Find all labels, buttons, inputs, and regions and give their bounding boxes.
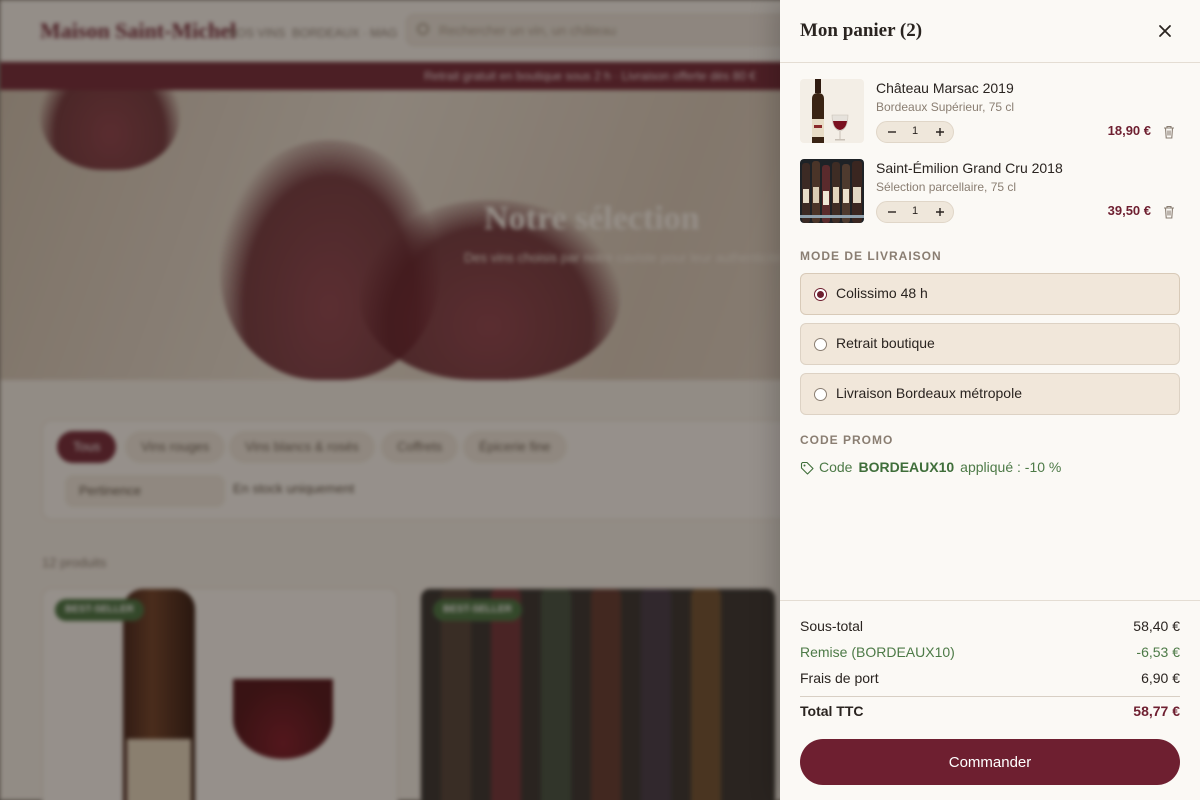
item-subtitle: Bordeaux Supérieur, 75 cl (876, 100, 1015, 114)
cart-item: Château Marsac 2019 Bordeaux Supérieur, … (800, 79, 1180, 143)
minus-icon (888, 211, 896, 213)
radio-button[interactable] (814, 338, 827, 351)
shipping-option-label: Retrait boutique (836, 335, 935, 351)
close-cart-button[interactable] (1150, 16, 1180, 46)
quantity-value: 1 (911, 205, 919, 217)
quantity-stepper: 1 (876, 121, 954, 143)
discount-row: Remise (BORDEAUX10) -6,53 € (800, 644, 1180, 664)
shipping-option-colissimo[interactable]: Colissimo 48 h (800, 273, 1180, 315)
promo-prefix: Code (819, 459, 853, 475)
cart-header: Mon panier (2) (780, 0, 1200, 63)
summary-divider (800, 696, 1180, 697)
radio-button[interactable] (814, 288, 827, 301)
decrease-quantity-button[interactable] (881, 122, 903, 142)
increase-quantity-button[interactable] (929, 202, 951, 222)
total-value: 58,77 € (1133, 703, 1180, 719)
cart-drawer: Mon panier (2) Château Marsac 2019 Borde… (780, 0, 1200, 800)
quantity-stepper: 1 (876, 201, 954, 223)
item-name: Château Marsac 2019 (876, 80, 1014, 96)
remove-item-button[interactable] (1162, 124, 1176, 140)
radio-button[interactable] (814, 388, 827, 401)
remove-item-button[interactable] (1162, 204, 1176, 220)
shipping-cost-value: 6,90 € (1141, 670, 1180, 686)
minus-icon (888, 131, 896, 133)
decrease-quantity-button[interactable] (881, 202, 903, 222)
discount-label: Remise (BORDEAUX10) (800, 644, 955, 660)
subtotal-label: Sous-total (800, 618, 864, 634)
close-icon (1159, 25, 1171, 37)
subtotal-value: 58,40 € (1133, 618, 1180, 634)
shipping-option-label: Livraison Bordeaux métropole (836, 385, 1022, 401)
subtotal-row: Sous-total 58,40 € (800, 618, 1180, 638)
plus-icon (936, 128, 944, 136)
item-name: Saint-Émilion Grand Cru 2018 (876, 160, 1063, 176)
promo-section-title: CODE PROMO (800, 433, 894, 447)
cart-title: Mon panier (2) (800, 20, 923, 41)
item-price: 18,90 € (1107, 123, 1151, 138)
total-label: Total TTC (800, 703, 864, 719)
cart-item: Saint-Émilion Grand Cru 2018 Sélection p… (800, 159, 1180, 223)
shipping-option-bordeaux-metro[interactable]: Livraison Bordeaux métropole (800, 373, 1180, 415)
promo-code: BORDEAUX10 (858, 459, 955, 475)
trash-icon (1164, 205, 1174, 219)
quantity-value: 1 (911, 125, 919, 137)
order-summary: Sous-total 58,40 € Remise (BORDEAUX10) -… (780, 600, 1200, 800)
plus-icon (936, 208, 944, 216)
discount-value: -6,53 € (1136, 644, 1180, 660)
checkout-button[interactable]: Commander (800, 739, 1180, 785)
item-subtitle: Sélection parcellaire, 75 cl (876, 180, 1017, 194)
total-row: Total TTC 58,77 € (800, 703, 1180, 723)
shipping-cost-label: Frais de port (800, 670, 879, 686)
promo-applied-message: Code BORDEAUX10 appliqué : -10 % (800, 458, 1061, 476)
tag-icon (800, 461, 814, 475)
item-price: 39,50 € (1107, 203, 1151, 218)
shipping-cost-row: Frais de port 6,90 € (800, 670, 1180, 690)
trash-icon (1164, 125, 1174, 139)
product-thumbnail (800, 159, 864, 223)
promo-suffix: appliqué : -10 % (960, 459, 1062, 475)
shipping-section-title: MODE DE LIVRAISON (800, 249, 942, 263)
product-thumbnail (800, 79, 864, 143)
increase-quantity-button[interactable] (929, 122, 951, 142)
shipping-option-store-pickup[interactable]: Retrait boutique (800, 323, 1180, 365)
shipping-option-label: Colissimo 48 h (836, 285, 928, 301)
